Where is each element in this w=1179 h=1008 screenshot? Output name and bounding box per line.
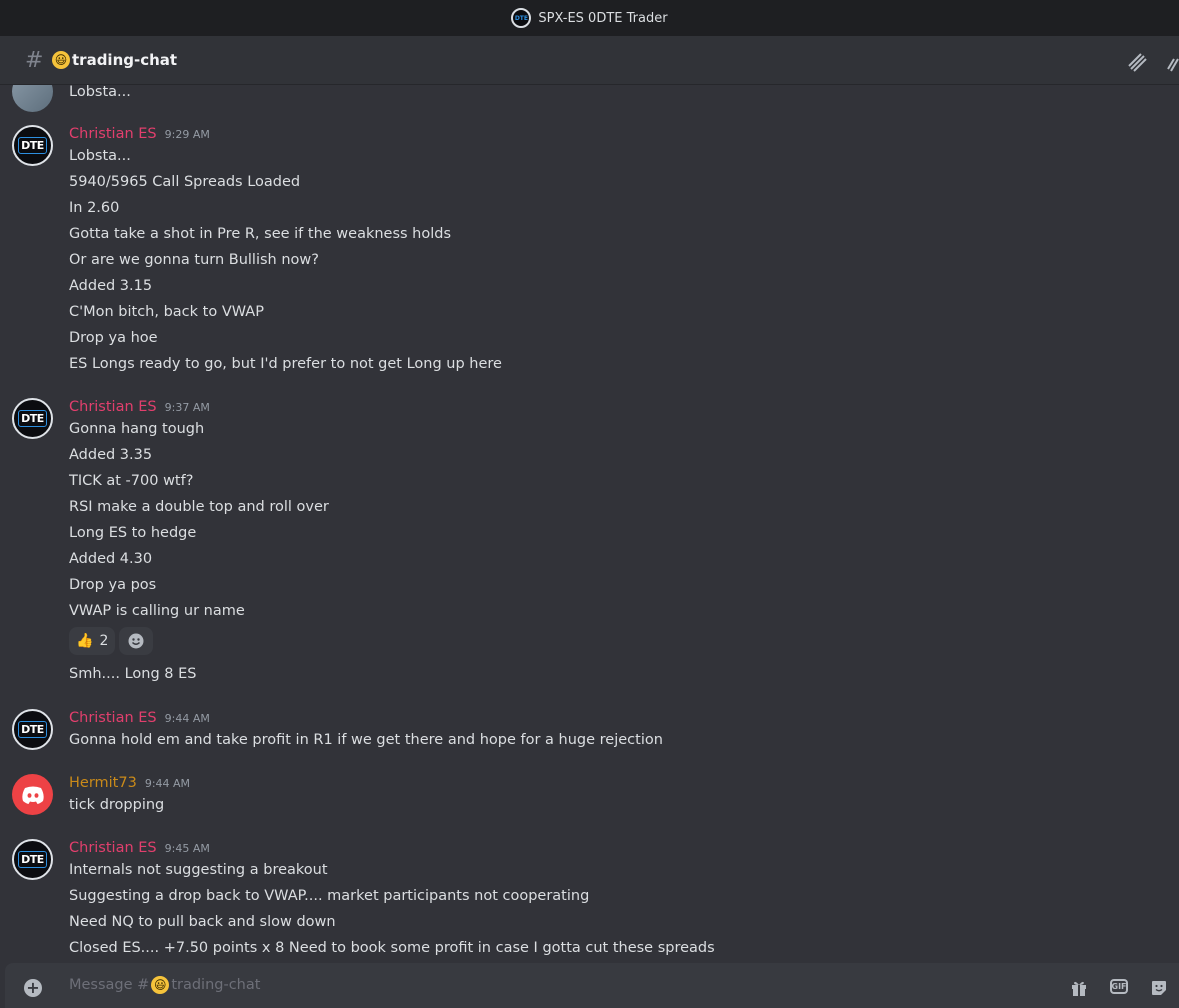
channel-emoji: 😃	[151, 976, 170, 994]
message-line: Added 4.30	[69, 551, 153, 567]
message-line: Need NQ to pull back and slow down	[69, 914, 336, 930]
author-name[interactable]: Hermit73	[69, 775, 137, 791]
window-title: SPX-ES 0DTE Trader	[538, 10, 668, 26]
message-line: VWAP is calling ur name	[69, 603, 245, 619]
message-line: In 2.60	[69, 200, 120, 216]
author-name[interactable]: Christian ES	[69, 399, 157, 415]
threads-icon[interactable]	[1126, 51, 1148, 73]
message-line: Gonna hold em and take profit in R1 if w…	[69, 732, 663, 748]
timestamp: 9:29 AM	[164, 128, 210, 141]
add-reaction-icon[interactable]	[119, 627, 154, 655]
message-line: C'Mon bitch, back to VWAP	[69, 304, 264, 320]
gif-icon[interactable]: GIF	[1110, 979, 1128, 994]
message-line: Added 3.35	[69, 447, 153, 463]
message-line: Added 3.15	[69, 278, 153, 294]
message-line: Closed ES.... +7.50 points x 8 Need to b…	[69, 940, 715, 956]
thumbs-up-icon: 👍	[76, 633, 94, 649]
message-line: Long ES to hedge	[69, 525, 197, 541]
message-line: tick dropping	[69, 797, 165, 813]
reaction-thumbs-up[interactable]: 👍 2	[69, 627, 116, 655]
avatar[interactable]	[12, 774, 53, 815]
reaction-count: 2	[99, 633, 109, 649]
message-line: Drop ya hoe	[69, 330, 158, 346]
plus-icon[interactable]: +	[24, 979, 42, 997]
reactions: 👍 2	[69, 627, 154, 655]
message-line: Internals not suggesting a breakout	[69, 862, 328, 878]
avatar-logo-text: DTE	[18, 851, 47, 868]
author-name[interactable]: Christian ES	[69, 840, 157, 856]
avatar[interactable]: DTE	[12, 709, 53, 750]
placeholder-prefix: Message #	[69, 977, 150, 993]
server-logo-text: DTE	[514, 14, 528, 22]
avatar-logo-text: DTE	[18, 721, 47, 738]
timestamp: 9:45 AM	[164, 842, 210, 855]
channel-name: trading-chat	[72, 51, 178, 69]
message-line: Suggesting a drop back to VWAP.... marke…	[69, 888, 590, 904]
author-name[interactable]: Christian ES	[69, 126, 157, 142]
message-line: Drop ya pos	[69, 577, 157, 593]
message-line: Lobsta...	[69, 148, 131, 164]
avatar[interactable]: DTE	[12, 398, 53, 439]
gift-icon[interactable]	[1069, 979, 1089, 997]
pin-icon[interactable]	[1162, 51, 1179, 73]
sticker-icon[interactable]	[1149, 979, 1169, 997]
channel-header: # 😃 trading-chat	[0, 36, 1179, 85]
timestamp: 9:37 AM	[164, 401, 210, 414]
message-list: Lobsta... DTE Christian ES 9:29 AM Lobst…	[0, 85, 1179, 962]
avatar-logo-text: DTE	[18, 410, 47, 427]
timestamp: 9:44 AM	[144, 777, 191, 790]
message-line: TICK at -700 wtf?	[69, 473, 194, 489]
hash-icon: #	[25, 47, 44, 73]
message-line: Gotta take a shot in Pre R, see if the w…	[69, 226, 452, 242]
message-line: ES Longs ready to go, but I'd prefer to …	[69, 356, 502, 372]
avatar-logo-text: DTE	[18, 137, 47, 154]
discord-logo-icon	[21, 786, 44, 804]
placeholder-channel: trading-chat	[171, 977, 261, 993]
channel-emoji: 😃	[52, 51, 70, 69]
message-line: Gonna hang tough	[69, 421, 205, 437]
message-line: Smh.... Long 8 ES	[69, 666, 197, 682]
server-logo-icon: DTE	[511, 8, 532, 28]
message-composer: + Message # 😃 trading-chat GIF	[5, 963, 1179, 1008]
avatar[interactable]	[12, 85, 53, 112]
timestamp: 9:44 AM	[164, 712, 210, 725]
message-input[interactable]: Message # 😃 trading-chat	[69, 976, 260, 994]
message-line: Lobsta...	[69, 85, 131, 100]
avatar[interactable]: DTE	[12, 839, 53, 880]
message-line: Or are we gonna turn Bullish now?	[69, 252, 319, 268]
title-bar: DTE SPX-ES 0DTE Trader	[0, 0, 1179, 36]
message-line: 5940/5965 Call Spreads Loaded	[69, 174, 301, 190]
author-name[interactable]: Christian ES	[69, 710, 157, 726]
avatar[interactable]: DTE	[12, 125, 53, 166]
message-line: RSI make a double top and roll over	[69, 499, 329, 515]
